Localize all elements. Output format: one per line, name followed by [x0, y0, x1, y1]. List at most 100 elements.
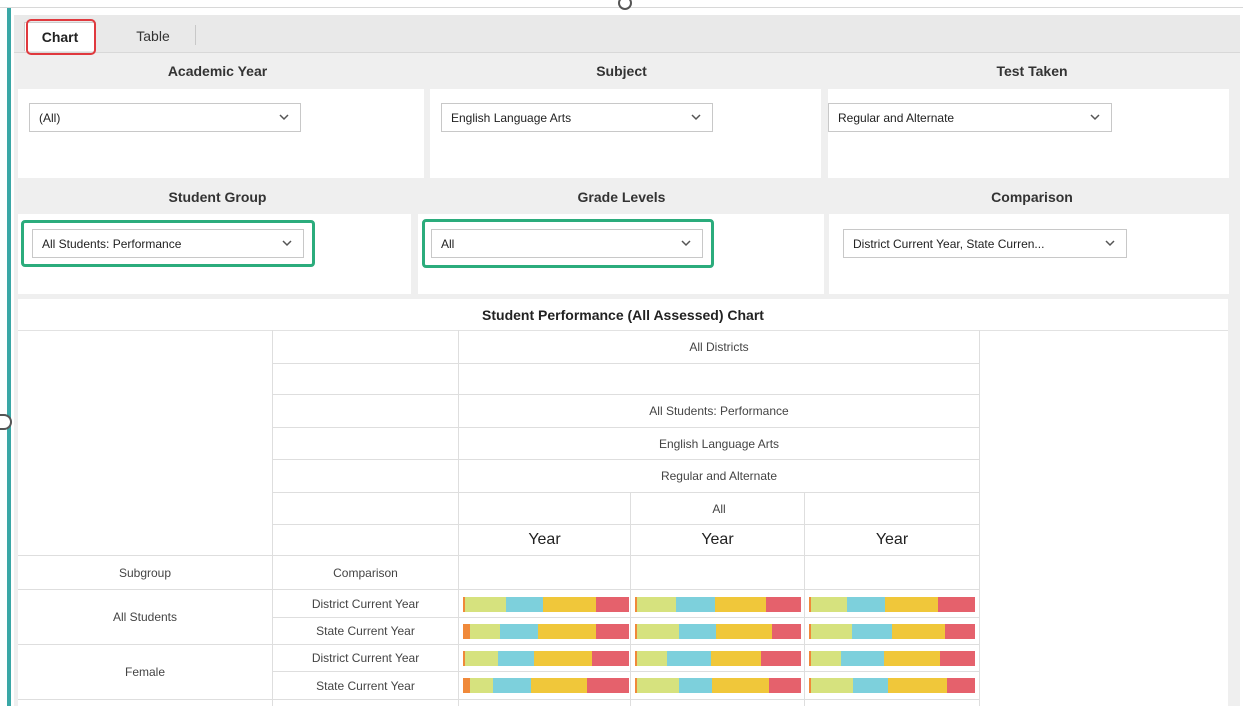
stacked-bar [463, 624, 629, 639]
academic-year-label: Academic Year [167, 63, 268, 79]
bar-segment [768, 678, 801, 693]
grade-levels-label: Grade Levels [577, 189, 666, 205]
subject-value: English Language Arts [451, 110, 572, 125]
comparison-dropdown[interactable]: District Current Year, State Curren... [843, 229, 1127, 258]
year-column-label: Year [701, 531, 734, 548]
left-accent-bar [7, 8, 11, 706]
resize-handle-top[interactable] [618, 0, 632, 10]
subject-panel: English Language Arts [430, 89, 821, 178]
bar-segment [595, 597, 629, 612]
bar-segment [940, 651, 975, 666]
header-district: All Districts [689, 339, 749, 354]
bar-segment [492, 678, 532, 693]
bar-segment [891, 624, 946, 639]
bar-segment [592, 651, 629, 666]
subject-dropdown[interactable]: English Language Arts [441, 103, 713, 132]
subgroup-all-students: All Students [112, 610, 178, 624]
academic-year-panel: (All) [18, 89, 424, 178]
bar-segment [666, 651, 712, 666]
grid-line [18, 699, 979, 700]
tab-bar: Chart Table [14, 15, 1240, 55]
academic-year-value: (All) [39, 110, 61, 125]
bar-segment [945, 624, 975, 639]
bar-segment [464, 651, 498, 666]
stacked-bar [809, 624, 975, 639]
stacked-bar [635, 624, 801, 639]
comparison-district: District Current Year [311, 596, 420, 611]
chevron-down-icon [1090, 114, 1100, 121]
comparison-header: Comparison [333, 565, 398, 580]
chevron-down-icon [691, 114, 701, 121]
bar-segment [712, 678, 769, 693]
test-taken-dropdown[interactable]: Regular and Alternate [828, 103, 1112, 132]
tab-separator [195, 25, 196, 45]
bar-segment [715, 624, 772, 639]
stacked-bar [809, 678, 975, 693]
subgroup-header: Subgroup [118, 565, 172, 580]
bar-segment [676, 597, 715, 612]
tab-table[interactable]: Table [118, 22, 188, 50]
header-grade: All [712, 501, 726, 516]
bar-segment [810, 678, 854, 693]
comparison-value: District Current Year, State Curren... [853, 236, 1045, 251]
comparison-label: Comparison [991, 189, 1073, 205]
bar-segment [771, 624, 801, 639]
chevron-down-icon [1105, 240, 1115, 247]
bar-segment [938, 597, 975, 612]
bar-segment [885, 597, 939, 612]
bar-segment [463, 678, 470, 693]
chart-title: Student Performance (All Assessed) Chart [18, 299, 1228, 331]
bar-segment [506, 597, 543, 612]
year-column-label: Year [875, 531, 909, 548]
bar-segment [531, 678, 588, 693]
grid-line [979, 330, 980, 706]
header-student-group: All Students: Performance [649, 404, 789, 418]
bar-segment [497, 651, 535, 666]
test-taken-value: Regular and Alternate [838, 110, 955, 125]
bar-segment [766, 597, 801, 612]
performance-chart: Student Performance (All Assessed) Chart… [18, 299, 1228, 706]
comparison-state: State Current Year [316, 678, 415, 693]
comparison-panel: District Current Year, State Curren... [829, 214, 1229, 294]
bar-segment [810, 597, 848, 612]
stacked-bar [635, 678, 801, 693]
bar-segment [537, 624, 596, 639]
chevron-down-icon [279, 114, 289, 121]
bar-segment [853, 678, 888, 693]
subject-label: Subject [596, 63, 647, 79]
student-group-highlight [21, 220, 315, 267]
bar-segment [678, 624, 716, 639]
bar-segment [587, 678, 629, 693]
bar-segment [636, 624, 679, 639]
bar-segment [678, 678, 713, 693]
stacked-bar [635, 597, 801, 612]
tab-chart-highlight [26, 19, 96, 55]
bar-segment [947, 678, 975, 693]
comparison-district: District Current Year [311, 651, 420, 665]
header-test-taken: Regular and Alternate [660, 469, 778, 483]
stacked-bar [463, 678, 629, 693]
bar-segment [463, 624, 470, 639]
bar-segment [464, 597, 507, 612]
test-taken-panel: Regular and Alternate [828, 89, 1229, 178]
bar-segment [883, 651, 941, 666]
academic-year-dropdown[interactable]: (All) [29, 103, 301, 132]
test-taken-label: Test Taken [996, 63, 1068, 79]
bar-segment [711, 651, 762, 666]
bar-segment [636, 651, 667, 666]
bar-segment [534, 651, 593, 666]
comparison-state: State Current Year [316, 624, 415, 638]
stacked-bar [463, 597, 629, 612]
bar-segment [636, 597, 677, 612]
bar-segment [852, 624, 892, 639]
bar-segment [499, 624, 538, 639]
year-column-label: Year [528, 531, 561, 548]
bar-segment [469, 624, 500, 639]
bar-segment [714, 597, 767, 612]
bar-segment [761, 651, 801, 666]
bar-segment [595, 624, 629, 639]
stacked-bar [809, 597, 975, 612]
header-subject: English Language Arts [658, 436, 780, 451]
bar-segment [636, 678, 679, 693]
bar-segment [542, 597, 596, 612]
